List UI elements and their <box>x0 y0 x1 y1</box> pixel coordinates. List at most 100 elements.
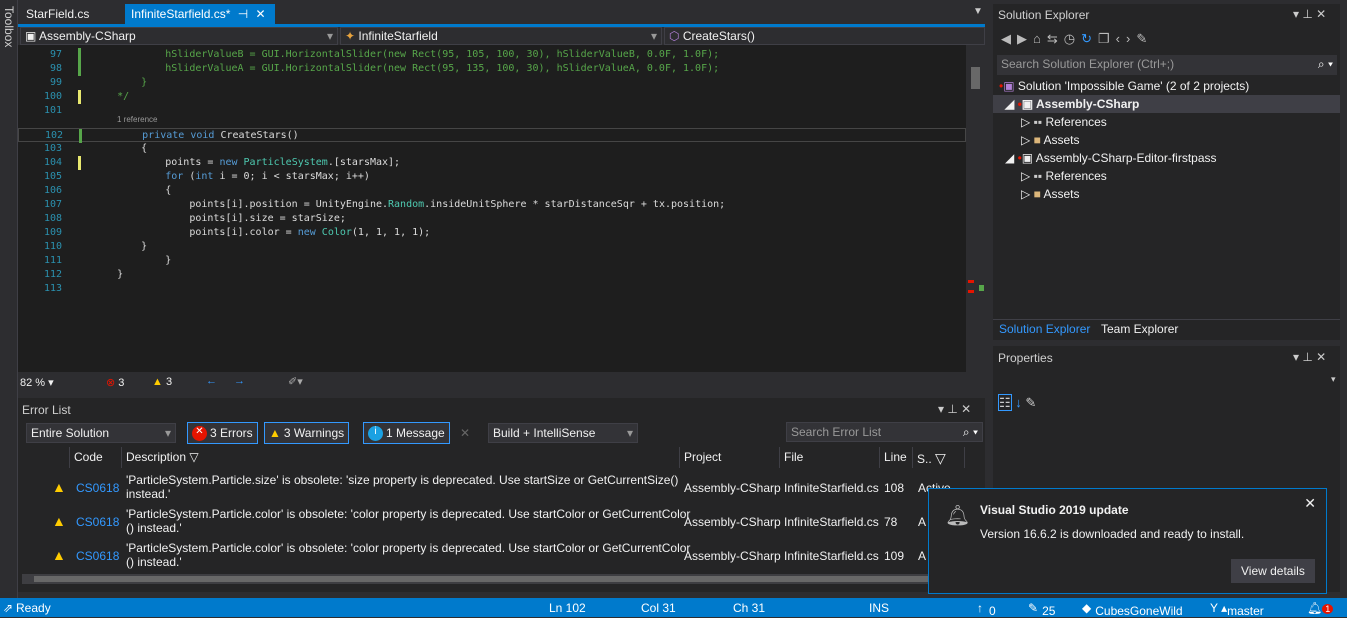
error-code-link[interactable]: CS0618 <box>76 481 119 495</box>
scroll-thumb[interactable] <box>971 67 980 89</box>
errors-indicator[interactable]: ⊗ 3 <box>106 376 124 389</box>
solution-tree-item[interactable]: ▷ ■ Assets <box>1021 131 1080 149</box>
errors-filter-button[interactable]: ✕ 3 Errors <box>187 422 258 444</box>
column-line[interactable]: Line <box>880 447 913 468</box>
close-icon[interactable]: ✕ <box>256 7 266 21</box>
code-line[interactable]: 108 points[i].size = starSize; <box>18 212 966 226</box>
tab-label: InfiniteStarfield.cs* <box>131 7 231 21</box>
warnings-indicator[interactable]: ▲ 3 <box>152 376 172 388</box>
column-project[interactable]: Project <box>680 447 780 468</box>
panel-controls[interactable]: ▾ ⊥ ✕ <box>1293 7 1326 21</box>
panel-controls[interactable]: ▾ ⊥ ✕ <box>938 402 971 416</box>
solution-node[interactable]: •▣ Solution 'Impossible Game' (2 of 2 pr… <box>999 77 1249 95</box>
back-arrow-icon[interactable]: ← <box>206 375 217 387</box>
solution-toolbar[interactable]: ◀▶⌂⇆◷↻❐‹›✎ <box>1001 31 1153 47</box>
column-severity[interactable] <box>22 447 70 468</box>
change-marker <box>979 285 984 291</box>
code-line[interactable]: 107 points[i].position = UnityEngine.Ran… <box>18 198 966 212</box>
code-line[interactable]: 102 private void CreateStars() <box>18 128 966 143</box>
toolbox-label[interactable]: Toolbox <box>2 6 16 47</box>
code-text: */ <box>93 90 129 104</box>
code-line[interactable]: 99 } <box>18 76 966 90</box>
pending-changes[interactable]: ✎ 25 <box>1028 601 1055 618</box>
warnings-filter-button[interactable]: ▲ 3 Warnings <box>264 422 350 444</box>
code-token: int <box>195 171 214 182</box>
code-editor[interactable]: 1 reference 97 hSliderValueB = GUI.Horiz… <box>18 45 966 372</box>
column-description[interactable]: Description ▽ <box>122 447 680 468</box>
project-dropdown[interactable]: ▣ Assembly-CSharp ▾ <box>20 27 338 45</box>
column-code[interactable]: Code <box>70 447 122 468</box>
warning-icon: ▲ <box>269 426 281 440</box>
tab-starfield[interactable]: StarField.cs <box>20 4 95 24</box>
tab-infinitestarfield[interactable]: InfiniteStarfield.cs* ⊣ ✕ <box>125 4 275 24</box>
unpushed-commits[interactable]: ↑ 0 <box>977 601 996 618</box>
solution-tree-item[interactable]: ◢ •▣ Assembly-CSharp-Editor-firstpass <box>993 149 1340 167</box>
error-code-link[interactable]: CS0618 <box>76 549 119 563</box>
panel-controls[interactable]: ▾ ⊥ ✕ <box>1293 350 1326 364</box>
code-line[interactable]: 104 points = new ParticleSystem.[starsMa… <box>18 156 966 170</box>
search-error-list-input[interactable]: Search Error List ⌕ ▾ <box>786 422 983 442</box>
code-token: new <box>297 227 322 238</box>
code-line[interactable]: 109 points[i].color = new Color(1, 1, 1,… <box>18 226 966 240</box>
clear-filter-icon[interactable]: ✕ <box>460 426 470 440</box>
code-line[interactable]: 113 <box>18 282 966 296</box>
code-token: private void <box>94 130 221 141</box>
branch-button[interactable]: Y master ▴ <box>1210 601 1264 618</box>
error-row[interactable]: ▲ CS0618 'ParticleSystem.Particle.size' … <box>22 470 964 504</box>
code-token: .[starsMax]; <box>327 157 401 168</box>
source-dropdown[interactable]: Build + IntelliSense ▾ <box>488 423 638 443</box>
messages-filter-button[interactable]: i1 Message <box>363 422 450 444</box>
object-dropdown[interactable]: ▾ <box>1331 374 1336 385</box>
code-line[interactable]: 111 } <box>18 254 966 268</box>
scope-dropdown[interactable]: Entire Solution ▾ <box>26 423 176 443</box>
repository-button[interactable]: ◆ CubesGoneWild <box>1082 601 1183 618</box>
code-line[interactable]: 98 hSliderValueA = GUI.HorizontalSlider(… <box>18 62 966 76</box>
editor-vertical-scrollbar[interactable] <box>966 45 985 372</box>
code-line[interactable]: 105 for (int i = 0; i < starsMax; i++) <box>18 170 966 184</box>
home-icon: ⌂ <box>1033 31 1047 46</box>
notifications-bell[interactable]: 🔔︎ 1 <box>1307 601 1334 615</box>
solution-tree-item[interactable]: ▷ ▪▪ References <box>1021 167 1107 185</box>
code-line[interactable]: 97 hSliderValueB = GUI.HorizontalSlider(… <box>18 48 966 62</box>
code-token: points[i].size = starSize; <box>93 213 346 224</box>
solution-tree-item[interactable]: ▷ ■ Assets <box>1021 185 1080 203</box>
filter-icon: ▽ <box>935 450 946 466</box>
properties-toolbar[interactable]: ☷ ↓ ✎ <box>998 394 1036 411</box>
class-dropdown[interactable]: ✦ InfiniteStarfield ▾ <box>340 27 662 45</box>
line-number: 110 <box>43 241 62 252</box>
code-line[interactable]: 106 { <box>18 184 966 198</box>
error-icon: ✕ <box>192 425 207 441</box>
zoom-dropdown[interactable]: 82 % ▾ <box>20 376 54 389</box>
tab-team-explorer[interactable]: Team Explorer <box>1101 322 1178 336</box>
code-line[interactable]: 103 { <box>18 142 966 156</box>
cleanup-brush-icon[interactable]: ✐▾ <box>288 375 303 388</box>
code-token: for <box>93 171 190 182</box>
pin-icon[interactable]: ⊣ <box>238 7 248 21</box>
code-text: hSliderValueB = GUI.HorizontalSlider(new… <box>93 48 719 62</box>
tab-solution-explorer[interactable]: Solution Explorer <box>999 322 1090 336</box>
member-dropdown[interactable]: ⬡ CreateStars() <box>664 27 985 45</box>
code-line[interactable]: 101 <box>18 104 966 118</box>
solution-tree-item[interactable]: ◢ •▣ Assembly-CSharp <box>993 95 1340 113</box>
search-solution-explorer-input[interactable]: Search Solution Explorer (Ctrl+;) ⌕ ▾ <box>997 55 1337 75</box>
column-state[interactable]: S.. ▽ <box>913 447 965 468</box>
column-file[interactable]: File <box>780 447 880 468</box>
error-list-horizontal-scrollbar[interactable] <box>22 574 964 584</box>
code-line[interactable]: 100 */ <box>18 90 966 104</box>
project-icon: ▣ <box>1021 151 1034 165</box>
code-token: hSliderValueB = GUI.HorizontalSlider(new… <box>93 49 720 60</box>
code-line[interactable]: 112 } <box>18 268 966 282</box>
error-description-cont: () instead.' <box>126 521 182 535</box>
error-row[interactable]: ▲ CS0618 'ParticleSystem.Particle.color'… <box>22 538 964 572</box>
tab-overflow-icon[interactable]: ▼ <box>973 6 983 17</box>
solution-tree-item[interactable]: ▷ ▪▪ References <box>1021 113 1107 131</box>
forward-arrow-icon[interactable]: → <box>234 375 245 387</box>
toolbox-strip[interactable]: Toolbox <box>0 0 18 598</box>
error-code-link[interactable]: CS0618 <box>76 515 119 529</box>
view-details-button[interactable]: View details <box>1231 559 1315 583</box>
error-row[interactable]: ▲ CS0618 'ParticleSystem.Particle.color'… <box>22 504 964 538</box>
warning-icon: ▲ <box>152 376 163 388</box>
code-line[interactable]: 110 } <box>18 240 966 254</box>
close-notification-icon[interactable]: ✕ <box>1304 495 1316 512</box>
code-token: hSliderValueA = GUI.HorizontalSlider(new… <box>93 63 720 74</box>
